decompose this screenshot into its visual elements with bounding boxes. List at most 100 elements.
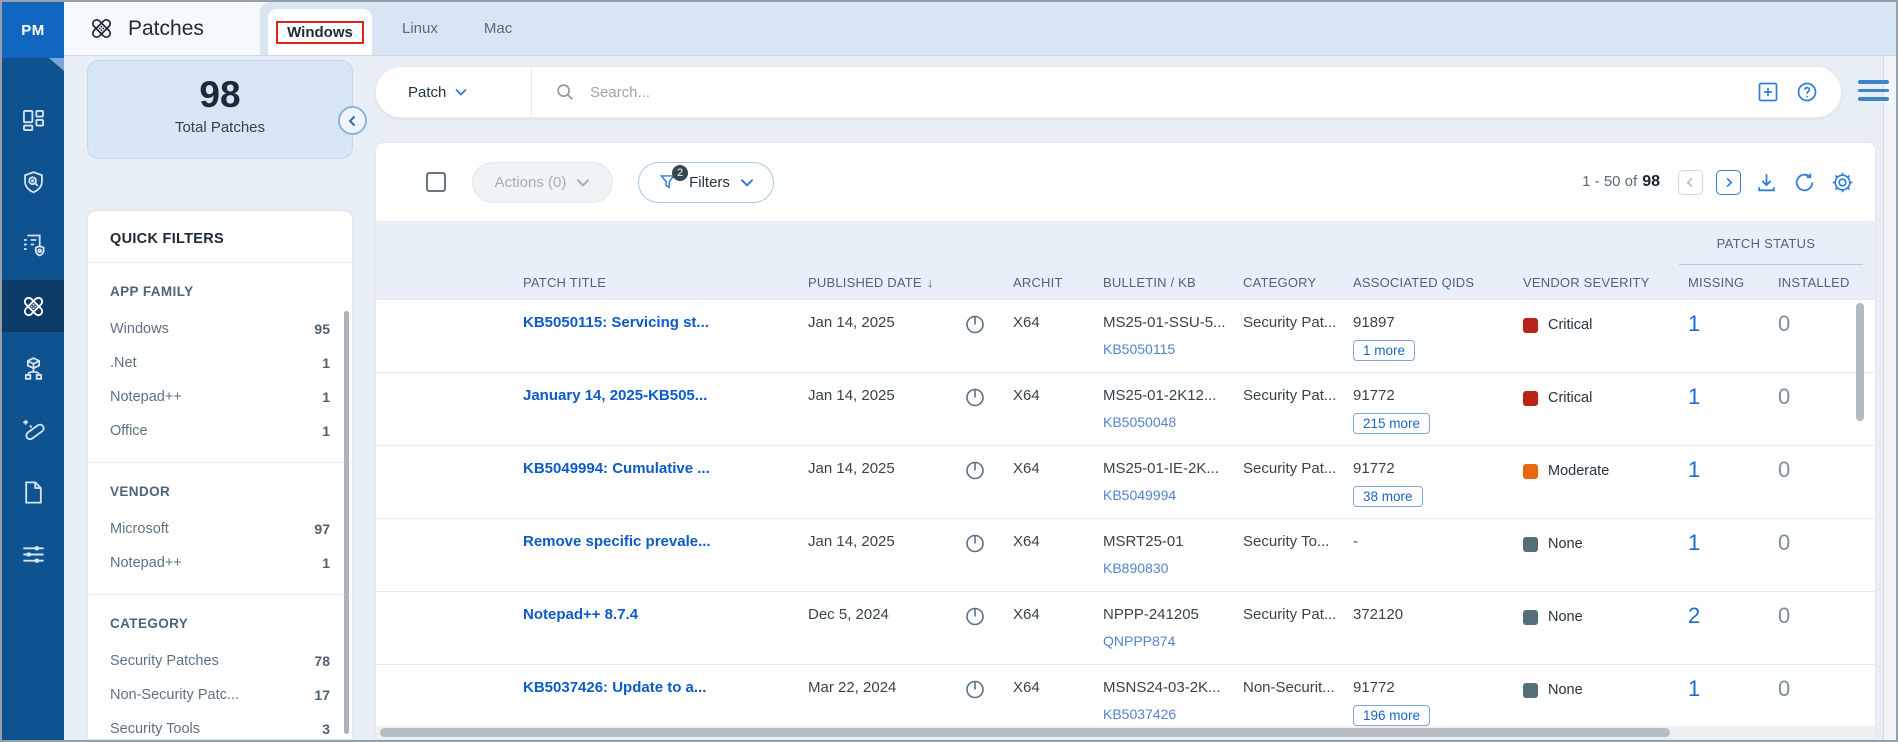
tab-linux[interactable]: Linux xyxy=(402,20,438,37)
help-button[interactable] xyxy=(1795,80,1819,104)
filter-label[interactable]: Non-Security Patc... xyxy=(110,687,239,703)
table-row[interactable]: January 14, 2025-KB505... Jan 14, 2025 X… xyxy=(376,372,1875,445)
sidebar-item-deployment[interactable] xyxy=(2,342,64,394)
missing-count[interactable]: 2 xyxy=(1676,592,1766,664)
table-row[interactable]: KB5049994: Cumulative ... Jan 14, 2025 X… xyxy=(376,445,1875,518)
table-vertical-scrollbar[interactable] xyxy=(1856,303,1864,421)
shield-scan-icon xyxy=(20,169,47,196)
filters-button[interactable]: 2 Filters xyxy=(638,162,774,203)
filter-label[interactable]: Security Tools xyxy=(110,721,200,737)
missing-count[interactable]: 1 xyxy=(1676,373,1766,445)
kb-link[interactable]: QNPPP874 xyxy=(1103,633,1219,649)
collapse-panel-button[interactable] xyxy=(338,106,367,135)
kb-link[interactable]: KB5037426 xyxy=(1103,706,1219,722)
table-horizontal-scrollbar-track xyxy=(376,726,1875,739)
filter-count: 17 xyxy=(314,687,330,703)
row-scroll-gap xyxy=(1856,519,1876,591)
patch-title-link[interactable]: KB5037426: Update to a... xyxy=(523,679,706,696)
filter-count: 1 xyxy=(322,355,330,371)
sidebar-item-vulnerabilities[interactable] xyxy=(2,156,64,208)
quick-filter-item[interactable]: Microsoft 97 xyxy=(110,512,330,546)
filter-label[interactable]: .Net xyxy=(110,355,137,371)
table-row[interactable]: Remove specific prevale... Jan 14, 2025 … xyxy=(376,518,1875,591)
severity-swatch xyxy=(1523,610,1538,625)
quick-filter-item[interactable]: Security Tools3 xyxy=(110,712,330,740)
page-scrollbar[interactable] xyxy=(1883,56,1896,740)
filter-label[interactable]: Microsoft xyxy=(110,521,169,537)
kb-link[interactable]: KB5050115 xyxy=(1103,341,1219,357)
column-header-installed[interactable]: INSTALLED xyxy=(1766,275,1856,290)
pm-fold-decoration xyxy=(49,58,64,71)
missing-count[interactable]: 1 xyxy=(1676,300,1766,372)
filter-label[interactable]: Notepad++ xyxy=(110,555,182,571)
column-header-patch-title[interactable]: PATCH TITLE xyxy=(511,275,796,290)
table-horizontal-scrollbar[interactable] xyxy=(380,728,1670,737)
refresh-button[interactable] xyxy=(1792,170,1817,195)
sidebar-item-patches[interactable] xyxy=(2,280,64,332)
add-widget-button[interactable] xyxy=(1756,80,1780,104)
sidebar-item-configuration[interactable] xyxy=(2,528,64,580)
search-scope-value: Patch xyxy=(408,84,446,101)
category-value: Security To... xyxy=(1231,519,1341,591)
select-all-checkbox[interactable] xyxy=(426,172,446,192)
tab-mac[interactable]: Mac xyxy=(484,20,512,37)
severity-swatch xyxy=(1523,318,1538,333)
more-qids-chip[interactable]: 215 more xyxy=(1353,413,1430,434)
filter-count: 97 xyxy=(314,521,330,537)
filter-label[interactable]: Security Patches xyxy=(110,653,219,669)
patch-title-link[interactable]: Remove specific prevale... xyxy=(523,533,711,550)
quick-filters-scrollbar[interactable] xyxy=(344,311,349,734)
kb-link[interactable]: KB5049994 xyxy=(1103,487,1219,503)
table-row[interactable]: KB5050115: Servicing st... Jan 14, 2025 … xyxy=(376,299,1875,372)
row-checkbox-area xyxy=(376,519,511,591)
tab-windows[interactable]: Windows xyxy=(268,9,372,55)
missing-count[interactable]: 1 xyxy=(1676,446,1766,518)
more-qids-chip[interactable]: 38 more xyxy=(1353,486,1423,507)
quick-filter-item[interactable]: Notepad++1 xyxy=(110,546,330,580)
chevron-left-icon xyxy=(347,115,359,127)
search-scope-dropdown[interactable]: Patch xyxy=(376,84,531,101)
patch-age-timer-icon xyxy=(951,592,1001,664)
patch-title-link[interactable]: Notepad++ 8.7.4 xyxy=(523,606,638,623)
sidebar-item-dashboard[interactable] xyxy=(2,94,64,146)
column-header-associated-qids[interactable]: ASSOCIATED QIDS xyxy=(1341,275,1511,290)
sidebar-item-documents[interactable] xyxy=(2,466,64,518)
actions-button[interactable]: Actions (0) xyxy=(472,162,613,203)
quick-filter-item[interactable]: Non-Security Patc... 17 xyxy=(110,678,330,712)
kb-link[interactable]: KB5050048 xyxy=(1103,414,1219,430)
previous-page-button[interactable] xyxy=(1678,170,1703,195)
download-button[interactable] xyxy=(1754,170,1779,195)
quick-filter-item[interactable]: Notepad++1 xyxy=(110,380,330,414)
patch-title-link[interactable]: KB5050115: Servicing st... xyxy=(523,314,709,331)
settings-button[interactable] xyxy=(1830,170,1855,195)
filter-label[interactable]: Windows xyxy=(110,321,169,337)
table-row[interactable]: Notepad++ 8.7.4 Dec 5, 2024 X64 NPPP-241… xyxy=(376,591,1875,664)
sidebar-item-reports[interactable] xyxy=(2,218,64,270)
quick-filter-item[interactable]: Windows95 xyxy=(110,312,330,346)
column-header-vendor-severity[interactable]: VENDOR SEVERITY xyxy=(1511,275,1676,290)
next-page-button[interactable] xyxy=(1716,170,1741,195)
main-menu-button[interactable] xyxy=(1858,80,1889,106)
filter-section: APP FAMILYWindows95.Net1Notepad++1Office… xyxy=(88,263,352,462)
filter-label[interactable]: Office xyxy=(110,423,148,439)
patch-title-link[interactable]: January 14, 2025-KB505... xyxy=(523,387,707,404)
more-qids-chip[interactable]: 1 more xyxy=(1353,340,1415,361)
missing-count[interactable]: 1 xyxy=(1676,519,1766,591)
quick-filter-item[interactable]: Office 1 xyxy=(110,414,330,448)
pm-logo[interactable]: PM xyxy=(2,2,64,58)
patch-title-link[interactable]: KB5049994: Cumulative ... xyxy=(523,460,710,477)
column-header-architecture[interactable]: ARCHIT xyxy=(1001,275,1091,290)
more-qids-chip[interactable]: 196 more xyxy=(1353,705,1430,726)
column-header-bulletin-kb[interactable]: BULLETIN / KB xyxy=(1091,275,1231,290)
column-header-missing[interactable]: MISSING xyxy=(1676,275,1766,290)
quick-filter-item[interactable]: .Net 1 xyxy=(110,346,330,380)
search-input[interactable]: Search... xyxy=(590,84,1756,101)
filter-count: 1 xyxy=(322,423,330,439)
quick-filter-item[interactable]: Security Patches78 xyxy=(110,644,330,678)
column-header-category[interactable]: CATEGORY xyxy=(1231,275,1341,290)
group-underline xyxy=(1679,264,1863,265)
filter-label[interactable]: Notepad++ xyxy=(110,389,182,405)
sidebar-item-zero-touch[interactable] xyxy=(2,404,64,456)
kb-link[interactable]: KB890830 xyxy=(1103,560,1219,576)
column-header-published-date[interactable]: PUBLISHED DATE↓ xyxy=(796,275,951,290)
